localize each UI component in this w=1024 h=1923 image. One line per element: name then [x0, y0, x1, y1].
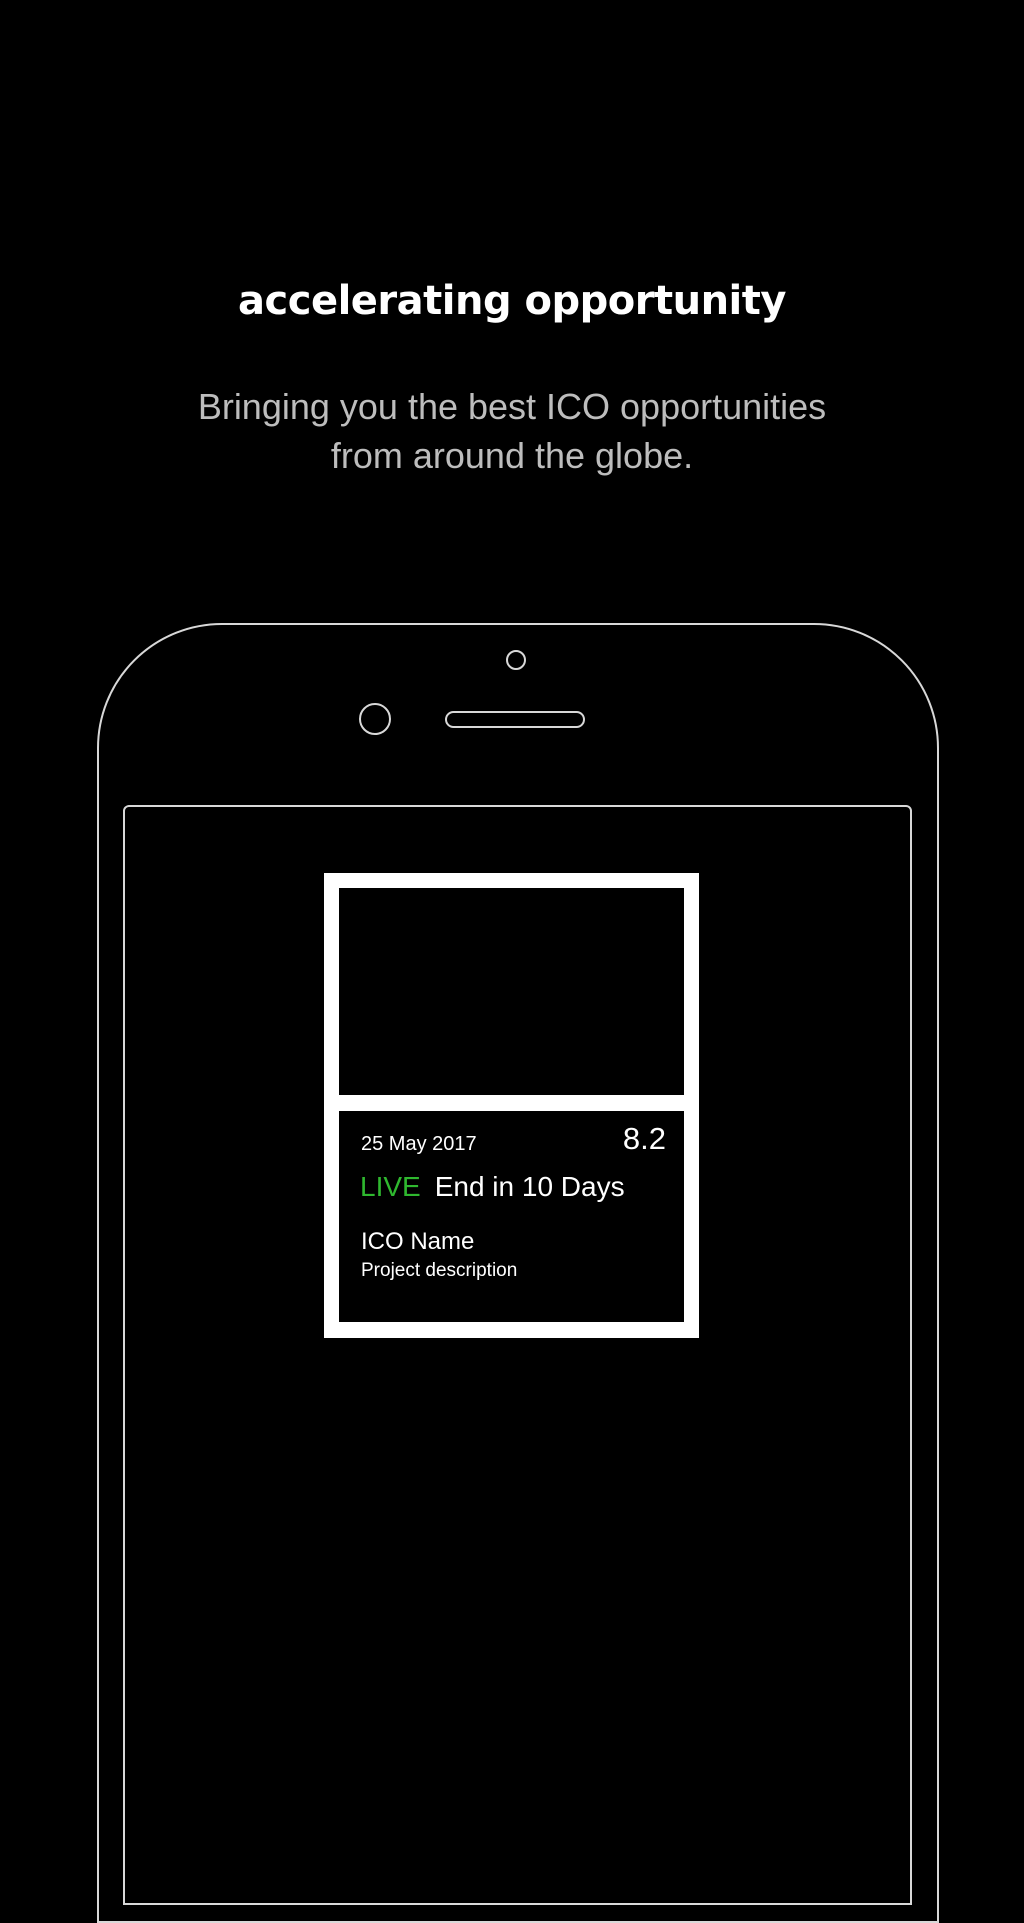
sensor-icon [359, 703, 391, 735]
ico-date: 25 May 2017 [361, 1133, 477, 1155]
ico-card[interactable]: 25 May 2017 8.2 LIVE End in 10 Days ICO N… [324, 873, 699, 1338]
ico-name: ICO Name [361, 1228, 475, 1255]
ico-description: Project description [361, 1260, 518, 1281]
subtitle: Bringing you the best ICO opportunities … [0, 382, 1024, 480]
headline: accelerating opportunity [238, 278, 786, 324]
live-badge: LIVE [360, 1171, 421, 1202]
front-camera-icon [506, 650, 526, 670]
speaker-grille-icon [445, 711, 585, 728]
subtitle-line-1: Bringing you the best ICO opportunities [197, 386, 827, 427]
ico-rating: 8.2 [622, 1121, 666, 1156]
ico-card-body: 25 May 2017 8.2 LIVE End in 10 Days ICO N… [339, 1111, 684, 1322]
ico-end-countdown: End in 10 Days [434, 1171, 625, 1202]
ico-card-image [339, 888, 684, 1095]
ico-status-row: LIVE End in 10 Days [360, 1171, 625, 1203]
subtitle-line-2: from around the globe. [330, 435, 694, 476]
